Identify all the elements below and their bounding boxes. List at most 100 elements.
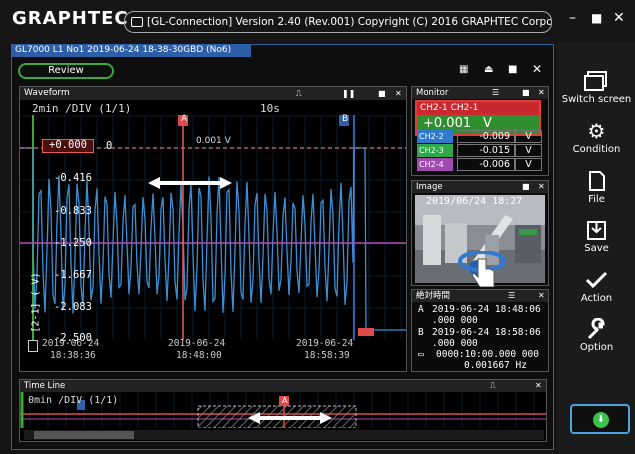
cursor-a-label: A <box>181 114 188 124</box>
timeline-title: Time Line <box>24 381 66 391</box>
monitor-row[interactable]: CH2-2 -0.009 V <box>417 130 542 143</box>
grid-view-icon[interactable]: ▦ <box>459 64 468 75</box>
minimize-button[interactable]: – <box>569 10 576 26</box>
cursor-value-label: 0.001 V <box>196 136 231 146</box>
window-icon <box>131 17 143 27</box>
right-command-panel: Switch screen ⚙ Condition File Save Acti… <box>558 42 635 454</box>
channel-value: -0.006 <box>457 158 515 171</box>
close-panel-icon[interactable]: ✕ <box>538 87 545 99</box>
cursor-frequency: 0.001667 Hz <box>464 360 527 371</box>
switch-screen-button[interactable]: Switch screen <box>558 70 635 105</box>
channel-unit: V <box>515 144 542 157</box>
y-tick-4: -1.667 <box>54 269 92 281</box>
channel-label: CH2-2 <box>417 130 453 143</box>
timeline-cursor-a-label: A <box>282 396 288 405</box>
close-button[interactable]: ✕ <box>613 10 625 26</box>
file-button[interactable]: File <box>558 170 635 205</box>
wrench-icon <box>587 318 605 340</box>
image-header: Image ■ ✕ <box>412 181 548 193</box>
monitor-title: Monitor <box>416 88 449 98</box>
app-root: GRAPHTEC [GL-Connection] Version 2.40 (R… <box>0 0 635 454</box>
stop-icon[interactable]: ■ <box>508 64 517 75</box>
main-channel-label: CH2-1 CH2-1 <box>417 102 539 115</box>
cursor-b-label: B <box>342 114 349 124</box>
title-text-box: [GL-Connection] Version 2.40 (Rev.001) C… <box>124 11 552 33</box>
switch-screen-label: Switch screen <box>561 94 632 105</box>
delta-icon: ▭ <box>418 349 424 360</box>
monitor-row[interactable]: CH2-4 -0.006 V <box>417 158 542 171</box>
close-panel-icon[interactable]: ✕ <box>395 87 402 100</box>
time-0-time: 18:38:36 <box>50 350 96 361</box>
switch-screen-icon <box>584 71 607 91</box>
main-channel-value: +0.001 <box>423 116 472 131</box>
time-0-date: 2019-06-24 <box>42 338 100 349</box>
time-axis: 2019-06-24 18:38:36 2019-06-24 18:48:00 … <box>28 338 398 368</box>
timeline-header: Time Line ⎍ ✕ <box>20 380 546 392</box>
window-controls: – ■ ✕ <box>558 0 635 42</box>
channel-label: CH2-3 <box>417 144 453 157</box>
monitor-row[interactable]: CH2-3 -0.015 V <box>417 144 542 157</box>
condition-button[interactable]: ⚙ Condition <box>558 120 635 155</box>
time-axis-icon <box>28 340 38 352</box>
cursor-a-time: 2019-06-24 18:48:06 <box>432 304 541 315</box>
hand-pointer-icon <box>458 251 506 287</box>
download-button[interactable]: ⬇ <box>570 404 630 434</box>
time-1-date: 2019-06-24 <box>168 338 226 349</box>
file-label: File <box>588 194 605 205</box>
action-label: Action <box>580 293 613 304</box>
download-icon: ⬇ <box>593 412 609 428</box>
timeline-panel: Time Line ⎍ ✕ 0min /DIV (1/1) A <box>19 379 547 442</box>
cursor-b-subsec: .000 000 <box>432 338 478 349</box>
wave-mode-icon[interactable]: ⎍ <box>490 380 496 392</box>
channel-unit: V <box>515 130 542 143</box>
monitor-panel: Monitor ☰ ■ ✕ CH2-1 CH2-1 +0.001 V CH2-2… <box>411 86 549 176</box>
minimize-panel-icon[interactable]: ■ <box>522 87 530 99</box>
cursor-b-time: 2019-06-24 18:58:06 <box>432 327 541 338</box>
cursor-diff: 0000:10:00.000 000 <box>436 349 539 360</box>
interval-label: 10s <box>260 102 280 115</box>
option-label: Option <box>579 342 614 353</box>
image-panel: Image ■ ✕ 2019/06/24 18:27 <box>411 180 549 287</box>
scrollbar-thumb[interactable] <box>34 431 134 439</box>
close-panel-icon[interactable]: ✕ <box>538 290 545 302</box>
cursor-a-badge: A <box>418 304 424 315</box>
graphtec-logo: GRAPHTEC <box>12 8 129 29</box>
cursor-a-subsec: .000 000 <box>432 315 478 326</box>
option-button[interactable]: Option <box>558 318 635 353</box>
minimize-panel-icon[interactable]: ■ <box>378 87 386 100</box>
y-tick-1: -0.416 <box>54 172 92 184</box>
action-button[interactable]: Action <box>558 269 635 304</box>
close-panel-icon[interactable]: ✕ <box>535 380 542 392</box>
pause-icon[interactable]: ❚❚ <box>342 87 355 100</box>
close-window-icon[interactable]: ✕ <box>532 62 542 76</box>
file-tab[interactable]: GL7000 L1 No1 2019-06-24 18-38-30GBD (No… <box>11 44 251 57</box>
save-button[interactable]: Save <box>558 219 635 254</box>
cursor-info-panel: 絶対時間 ☰ ✕ A 2019-06-24 18:48:06 .000 000 … <box>411 289 549 372</box>
channel-value: -0.015 <box>457 144 515 157</box>
timeline-scrollbar[interactable] <box>24 430 544 440</box>
div-label: 2min /DIV (1/1) <box>32 102 132 115</box>
save-icon <box>587 221 606 240</box>
time-1-time: 18:48:00 <box>176 350 222 361</box>
cursor-info-header: 絶対時間 ☰ ✕ <box>412 290 548 302</box>
close-panel-icon[interactable]: ✕ <box>538 181 545 193</box>
wave-mode-icon[interactable]: ⎍ <box>296 87 302 100</box>
trigger-value-box[interactable]: +0.000 <box>42 139 94 153</box>
channel-unit: V <box>515 158 542 171</box>
waveform-panel: Waveform ⎍ ❚❚ ■ ✕ 2min /DIV (1/1) 10s A … <box>19 86 407 372</box>
condition-label: Condition <box>572 144 621 155</box>
menu-icon[interactable]: ☰ <box>508 290 515 302</box>
eject-icon[interactable]: ⏏ <box>484 64 493 75</box>
waveform-title: Waveform <box>24 88 70 98</box>
maximize-button[interactable]: ■ <box>591 11 602 25</box>
waveform-header: Waveform ⎍ ❚❚ ■ ✕ <box>20 87 406 100</box>
cursor-b-badge: B <box>418 327 424 338</box>
minimize-panel-icon[interactable]: ■ <box>522 181 530 193</box>
monitor-header: Monitor ☰ ■ ✕ <box>412 87 548 99</box>
image-title: Image <box>416 182 443 192</box>
gear-icon: ⚙ <box>587 119 606 143</box>
menu-icon[interactable]: ☰ <box>492 87 499 99</box>
y-tick-2: -0.833 <box>54 205 92 217</box>
save-label: Save <box>584 243 609 254</box>
review-button[interactable]: Review <box>18 63 114 79</box>
